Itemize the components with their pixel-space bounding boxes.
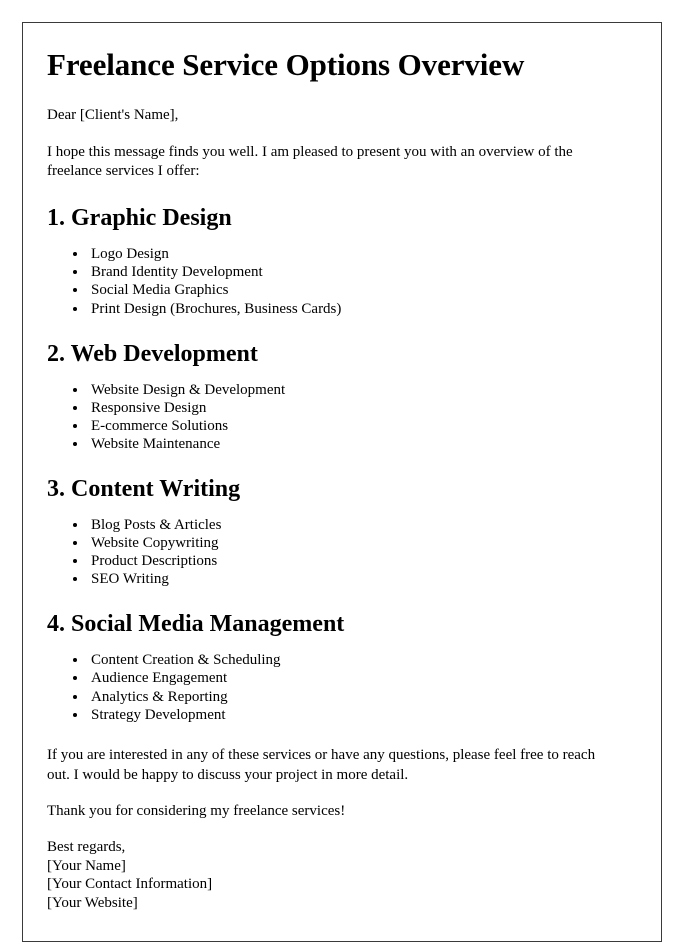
list-item: Logo Design [88, 245, 631, 263]
document-page: Freelance Service Options Overview Dear … [22, 22, 662, 942]
list-item: Website Maintenance [88, 435, 631, 453]
list-item: Website Copywriting [88, 534, 631, 552]
list-item: Content Creation & Scheduling [88, 651, 631, 669]
list-item: Brand Identity Development [88, 263, 631, 281]
list-item: Website Design & Development [88, 381, 631, 399]
service-list-content-writing: Blog Posts & Articles Website Copywritin… [47, 516, 631, 589]
signature-contact: [Your Contact Information] [47, 876, 213, 893]
list-item: Strategy Development [88, 706, 631, 724]
section-heading-content-writing: 3. Content Writing [47, 476, 241, 503]
section-heading-social-media-management: 4. Social Media Management [47, 611, 345, 638]
salutation-text: Dear [Client's Name], [47, 106, 179, 123]
signature-valediction: Best regards, [47, 838, 126, 855]
closing-block: If you are interested in any of these se… [47, 746, 631, 913]
thanks-paragraph: Thank you for considering my freelance s… [47, 802, 346, 819]
document-content: Freelance Service Options Overview Dear … [23, 23, 661, 913]
list-item: Analytics & Reporting [88, 688, 631, 706]
page-title: Freelance Service Options Overview [47, 47, 525, 82]
service-list-graphic-design: Logo Design Brand Identity Development S… [47, 245, 631, 318]
section-heading-graphic-design: 1. Graphic Design [47, 205, 232, 232]
signature-name: [Your Name] [47, 857, 126, 874]
intro-paragraph: I hope this message finds you well. I am… [47, 143, 573, 180]
list-item: Print Design (Brochures, Business Cards) [88, 300, 631, 318]
list-item: Audience Engagement [88, 669, 631, 687]
service-list-web-development: Website Design & Development Responsive … [47, 381, 631, 454]
signature-website: [Your Website] [47, 895, 138, 912]
list-item: Blog Posts & Articles [88, 516, 631, 534]
section-heading-web-development: 2. Web Development [47, 340, 258, 367]
list-item: Social Media Graphics [88, 281, 631, 299]
list-item: SEO Writing [88, 570, 631, 588]
signature-block: Best regards, [Your Name] [Your Contact … [47, 838, 631, 914]
service-list-social-media-management: Content Creation & Scheduling Audience E… [47, 651, 631, 724]
list-item: Product Descriptions [88, 552, 631, 570]
list-item: Responsive Design [88, 399, 631, 417]
closing-paragraph: If you are interested in any of these se… [47, 746, 596, 783]
list-item: E-commerce Solutions [88, 417, 631, 435]
